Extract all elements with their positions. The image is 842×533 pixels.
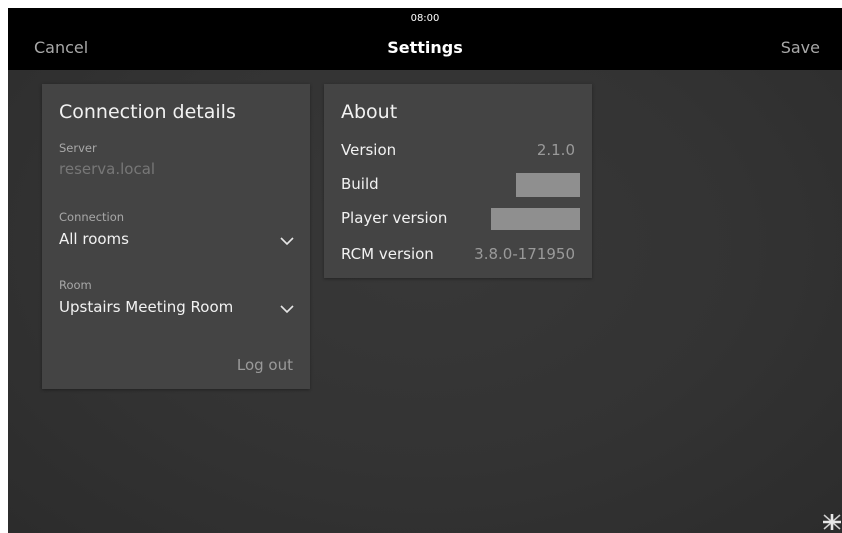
connection-details-title: Connection details <box>59 101 236 123</box>
server-label: Server <box>59 141 97 155</box>
rcm-version-label: RCM version <box>341 245 434 263</box>
log-out-button[interactable]: Log out <box>237 356 293 374</box>
status-bar: 08:00 <box>8 8 842 30</box>
app-screen: 08:00 Cancel Settings Save Connection de… <box>8 8 842 533</box>
version-label: Version <box>341 141 397 159</box>
uk-flag-icon[interactable] <box>823 513 841 531</box>
chevron-down-icon[interactable] <box>280 236 294 246</box>
build-label: Build <box>341 175 379 193</box>
save-button[interactable]: Save <box>781 38 820 57</box>
page-title: Settings <box>387 38 463 57</box>
server-field: reserva.local <box>59 160 156 178</box>
rcm-version-value: 3.8.0-171950 <box>474 245 575 263</box>
player-version-value-redacted <box>491 208 580 230</box>
connection-details-card: Connection details Server reserva.local … <box>42 84 310 389</box>
build-value-redacted <box>516 173 580 197</box>
connection-label: Connection <box>59 210 125 224</box>
version-value: 2.1.0 <box>536 141 575 159</box>
connection-select[interactable]: All rooms <box>59 230 129 248</box>
about-title: About <box>341 101 398 123</box>
room-select[interactable]: Upstairs Meeting Room <box>59 298 233 316</box>
navigation-bar: Cancel Settings Save <box>8 30 842 70</box>
player-version-label: Player version <box>341 209 448 227</box>
chevron-down-icon[interactable] <box>280 304 294 314</box>
room-label: Room <box>59 278 92 292</box>
about-card: About Version 2.1.0 Build Player version… <box>324 84 592 278</box>
status-time: 08:00 <box>410 13 440 24</box>
